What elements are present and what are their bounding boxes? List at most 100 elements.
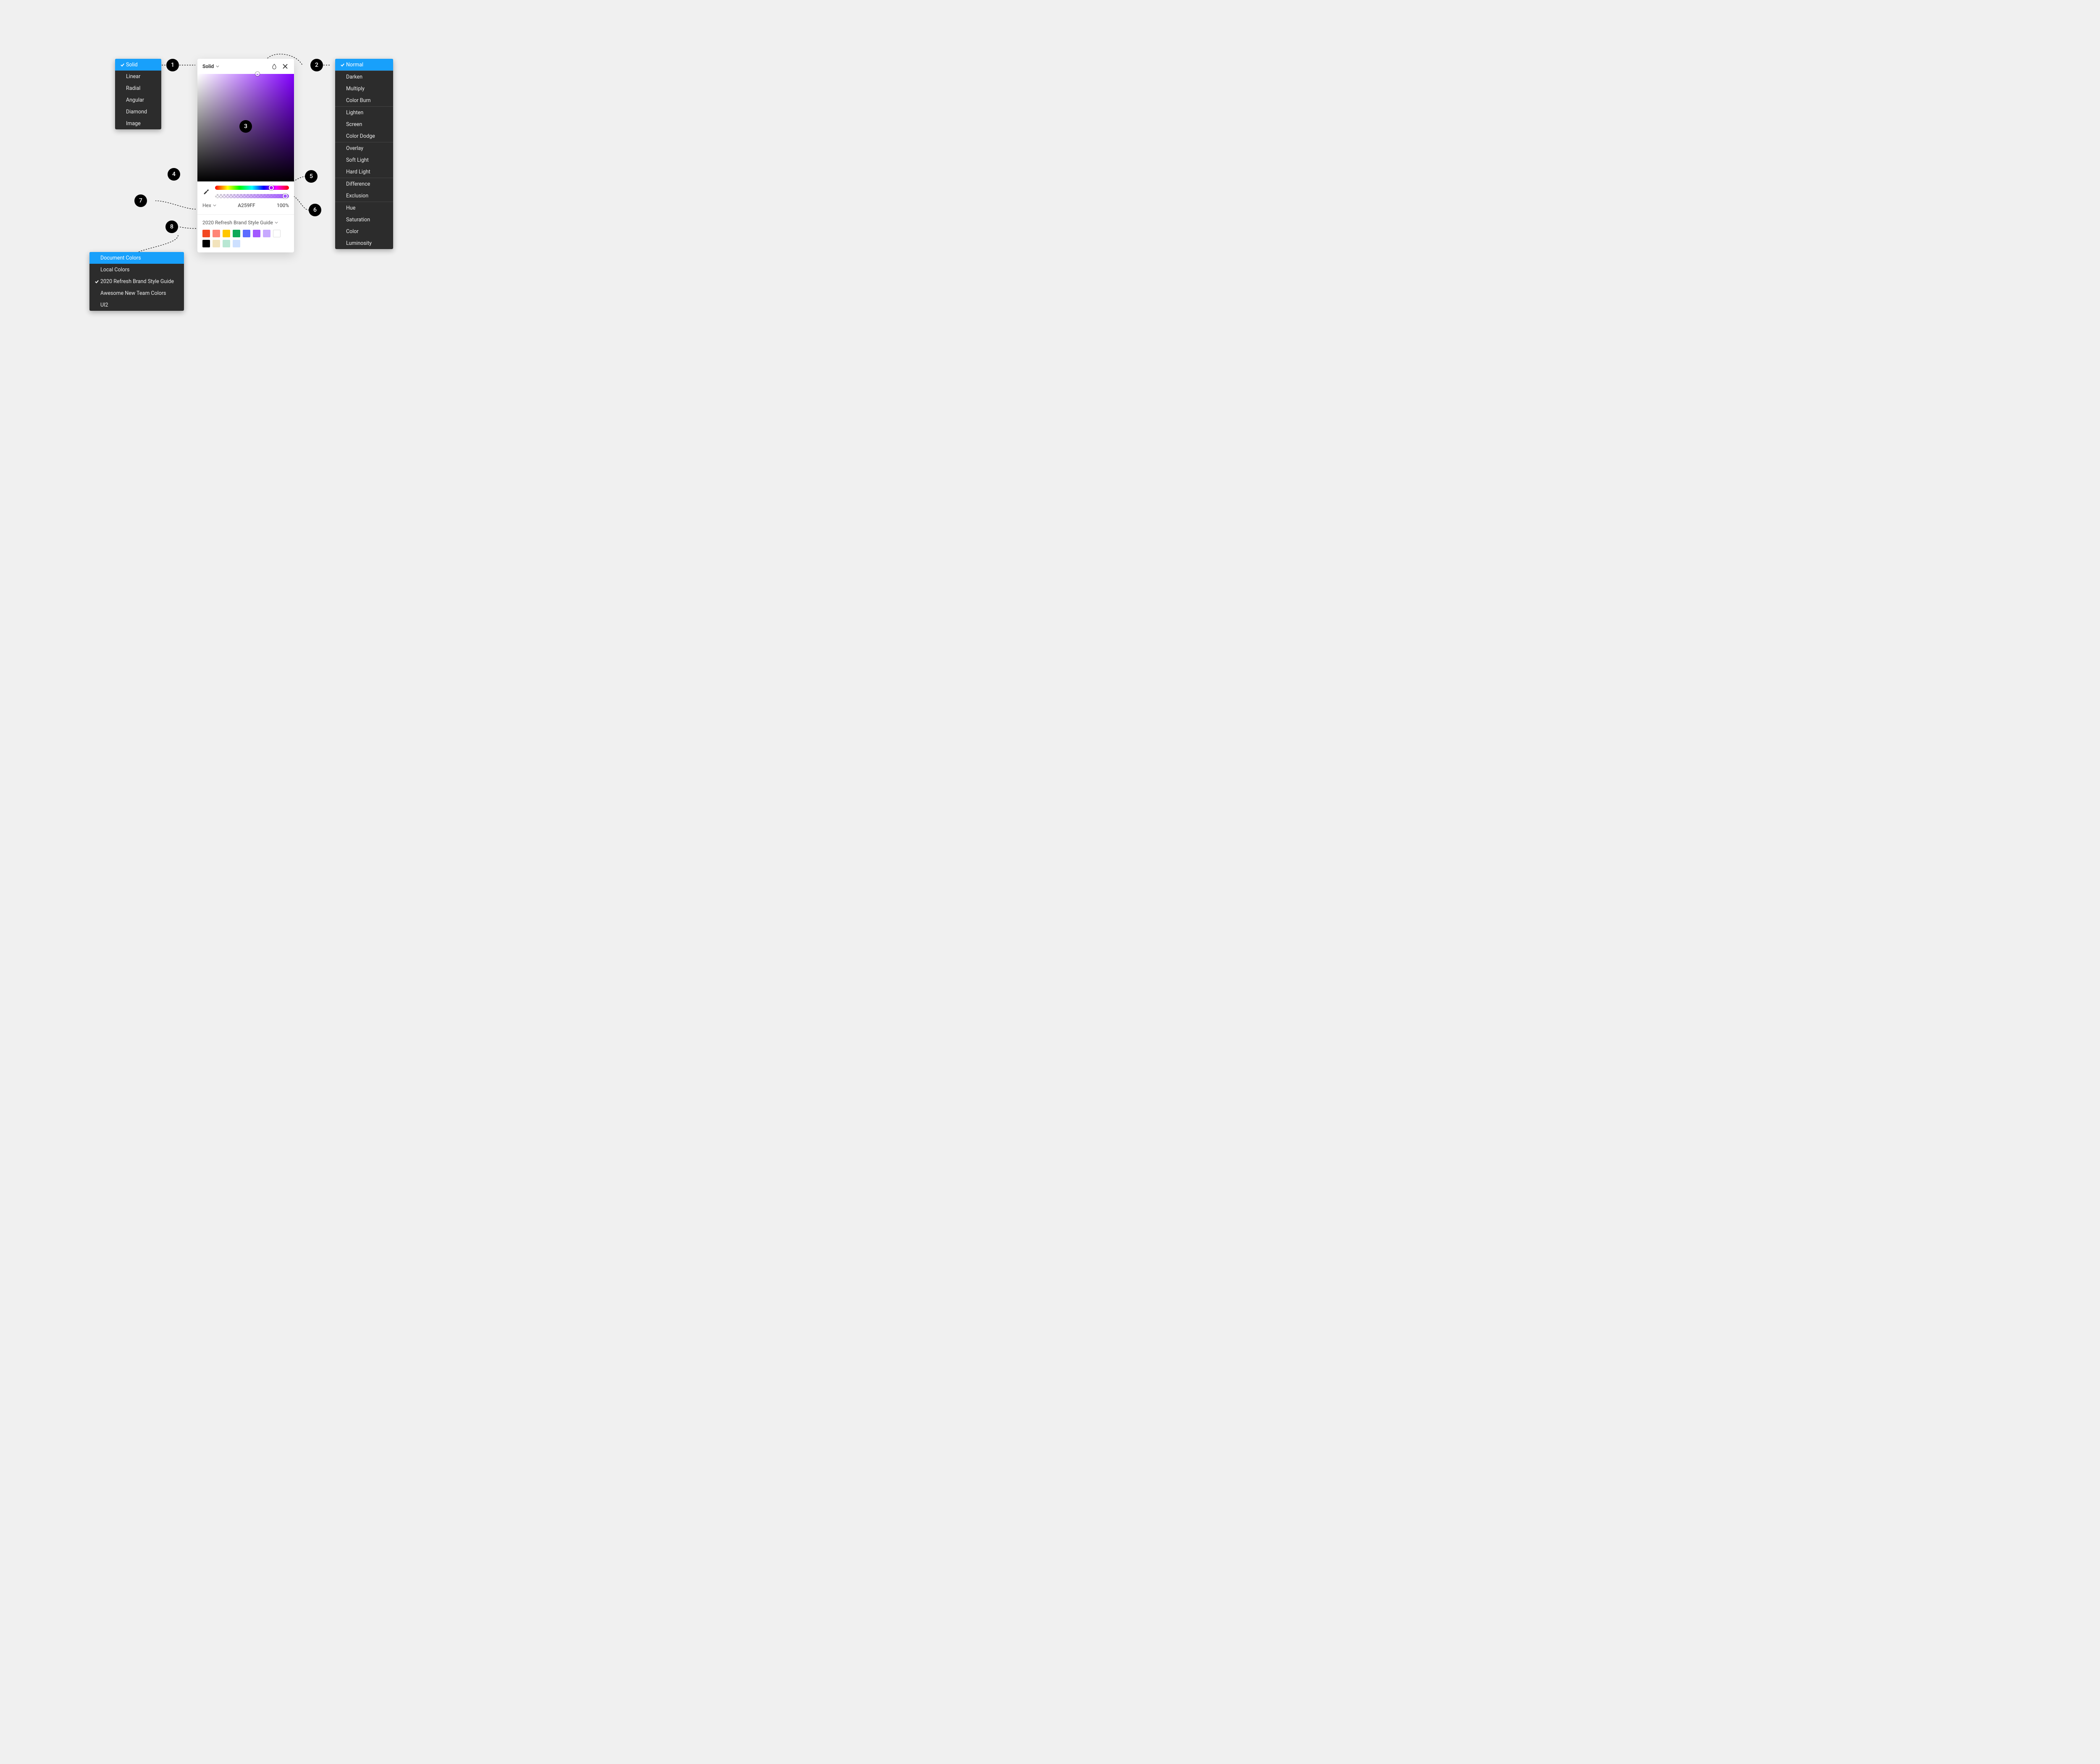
- paint-type-menu[interactable]: Solid Linear Radial Angular Diamond Image: [115, 59, 161, 129]
- blend-mode-item[interactable]: Screen: [335, 118, 393, 130]
- color-swatch[interactable]: [223, 240, 230, 247]
- hue-handle[interactable]: [269, 185, 274, 190]
- callout-1: 1: [166, 59, 179, 71]
- menu-item-label: Document Colors: [100, 255, 141, 261]
- menu-item-label: Overlay: [346, 145, 363, 152]
- menu-item-label: Lighten: [346, 110, 363, 116]
- paint-type-item[interactable]: Diamond: [115, 106, 161, 118]
- callout-5: 5: [305, 170, 318, 183]
- menu-item-label: Angular: [126, 97, 144, 103]
- library-source-item[interactable]: 2020 Refresh Brand Style Guide: [89, 276, 184, 287]
- paint-type-item[interactable]: Linear: [115, 71, 161, 82]
- callout-8: 8: [165, 220, 178, 233]
- opacity-handle[interactable]: [283, 194, 288, 199]
- blend-mode-item[interactable]: Saturation: [335, 214, 393, 226]
- callout-7: 7: [134, 194, 147, 207]
- blend-mode-item[interactable]: Hard Light: [335, 166, 393, 178]
- library-section: 2020 Refresh Brand Style Guide: [197, 215, 294, 252]
- menu-item-label: Local Colors: [100, 267, 129, 273]
- blend-mode-item[interactable]: Soft Light: [335, 154, 393, 166]
- blend-mode-item[interactable]: Color Dodge: [335, 130, 393, 142]
- color-picker-panel: Solid Hex A259FF: [197, 59, 294, 252]
- menu-item-label: Luminosity: [346, 240, 372, 247]
- menu-item-label: UI2: [100, 302, 108, 308]
- check-icon: [118, 63, 126, 67]
- menu-item-label: Awesome New Team Colors: [100, 290, 166, 297]
- opacity-value[interactable]: 100%: [277, 202, 289, 208]
- blend-mode-item[interactable]: Overlay: [335, 142, 393, 154]
- menu-item-label: Darken: [346, 74, 362, 80]
- color-swatch[interactable]: [213, 230, 220, 237]
- callout-3: 3: [239, 120, 252, 133]
- library-source-item[interactable]: Awesome New Team Colors: [89, 287, 184, 299]
- blend-mode-item[interactable]: Color: [335, 226, 393, 237]
- blend-mode-item[interactable]: Hue: [335, 202, 393, 214]
- canvas-cursor[interactable]: [255, 72, 260, 76]
- blend-mode-item[interactable]: Lighten: [335, 107, 393, 118]
- callout-2: 2: [310, 59, 323, 71]
- color-swatch[interactable]: [202, 230, 210, 237]
- color-value-row: Hex A259FF 100%: [197, 200, 294, 214]
- close-icon[interactable]: [281, 63, 289, 70]
- color-swatch[interactable]: [243, 230, 250, 237]
- blend-mode-item[interactable]: Difference: [335, 178, 393, 190]
- color-swatch[interactable]: [202, 240, 210, 247]
- color-swatch[interactable]: [233, 230, 240, 237]
- menu-item-label: Image: [126, 121, 141, 127]
- color-swatch[interactable]: [263, 230, 270, 237]
- menu-item-label: Color: [346, 228, 359, 235]
- callout-6: 6: [309, 204, 321, 216]
- color-swatch[interactable]: [273, 230, 281, 237]
- color-swatch[interactable]: [223, 230, 230, 237]
- menu-item-label: 2020 Refresh Brand Style Guide: [100, 278, 174, 285]
- menu-item-label: Solid: [126, 62, 138, 68]
- menu-item-label: Saturation: [346, 217, 370, 223]
- library-source-menu[interactable]: Document Colors Local Colors 2020 Refresh …: [89, 252, 184, 311]
- slider-row: [197, 181, 294, 200]
- blend-mode-item[interactable]: Exclusion: [335, 190, 393, 202]
- blend-mode-icon[interactable]: [270, 63, 278, 70]
- menu-item-label: Multiply: [346, 86, 365, 92]
- swatch-grid: [202, 230, 289, 247]
- chevron-down-icon[interactable]: [216, 63, 219, 70]
- menu-item-label: Linear: [126, 74, 140, 80]
- blend-mode-item[interactable]: Normal: [335, 59, 393, 71]
- paint-type-item[interactable]: Solid: [115, 59, 161, 71]
- menu-item-label: Screen: [346, 121, 362, 128]
- blend-mode-menu[interactable]: Normal Darken Multiply Color Burn Lighten Scr…: [335, 59, 393, 249]
- color-swatch[interactable]: [253, 230, 260, 237]
- menu-item-label: Exclusion: [346, 193, 368, 199]
- paint-type-item[interactable]: Radial: [115, 82, 161, 94]
- color-model-dropdown[interactable]: Hex: [202, 202, 216, 208]
- menu-item-label: Radial: [126, 85, 140, 92]
- callout-4: 4: [168, 168, 180, 181]
- color-swatch[interactable]: [213, 240, 220, 247]
- panel-header: Solid: [197, 59, 294, 74]
- color-swatch[interactable]: [233, 240, 240, 247]
- menu-item-label: Hard Light: [346, 169, 370, 175]
- library-source-item[interactable]: Local Colors: [89, 264, 184, 276]
- menu-item-label: Soft Light: [346, 157, 369, 163]
- paint-type-item[interactable]: Image: [115, 118, 161, 129]
- menu-item-label: Normal: [346, 62, 363, 68]
- check-icon: [339, 63, 346, 67]
- library-dropdown[interactable]: 2020 Refresh Brand Style Guide: [202, 220, 289, 226]
- hex-value[interactable]: A259FF: [216, 202, 277, 208]
- library-source-item[interactable]: UI2: [89, 299, 184, 311]
- menu-item-label: Hue: [346, 205, 355, 211]
- blend-mode-item[interactable]: Color Burn: [335, 94, 393, 106]
- menu-item-label: Color Burn: [346, 97, 371, 104]
- menu-item-label: Difference: [346, 181, 370, 187]
- blend-mode-item[interactable]: Luminosity: [335, 237, 393, 249]
- blend-mode-item[interactable]: Multiply: [335, 83, 393, 94]
- paint-type-label[interactable]: Solid: [202, 63, 214, 69]
- opacity-slider[interactable]: [215, 194, 289, 198]
- library-label: 2020 Refresh Brand Style Guide: [202, 220, 273, 226]
- blend-mode-item[interactable]: Darken: [335, 71, 393, 83]
- library-source-item[interactable]: Document Colors: [89, 252, 184, 264]
- hue-slider[interactable]: [215, 186, 289, 190]
- eyedropper-icon[interactable]: [202, 188, 210, 196]
- paint-type-item[interactable]: Angular: [115, 94, 161, 106]
- check-icon: [93, 279, 100, 284]
- menu-item-label: Color Dodge: [346, 133, 375, 139]
